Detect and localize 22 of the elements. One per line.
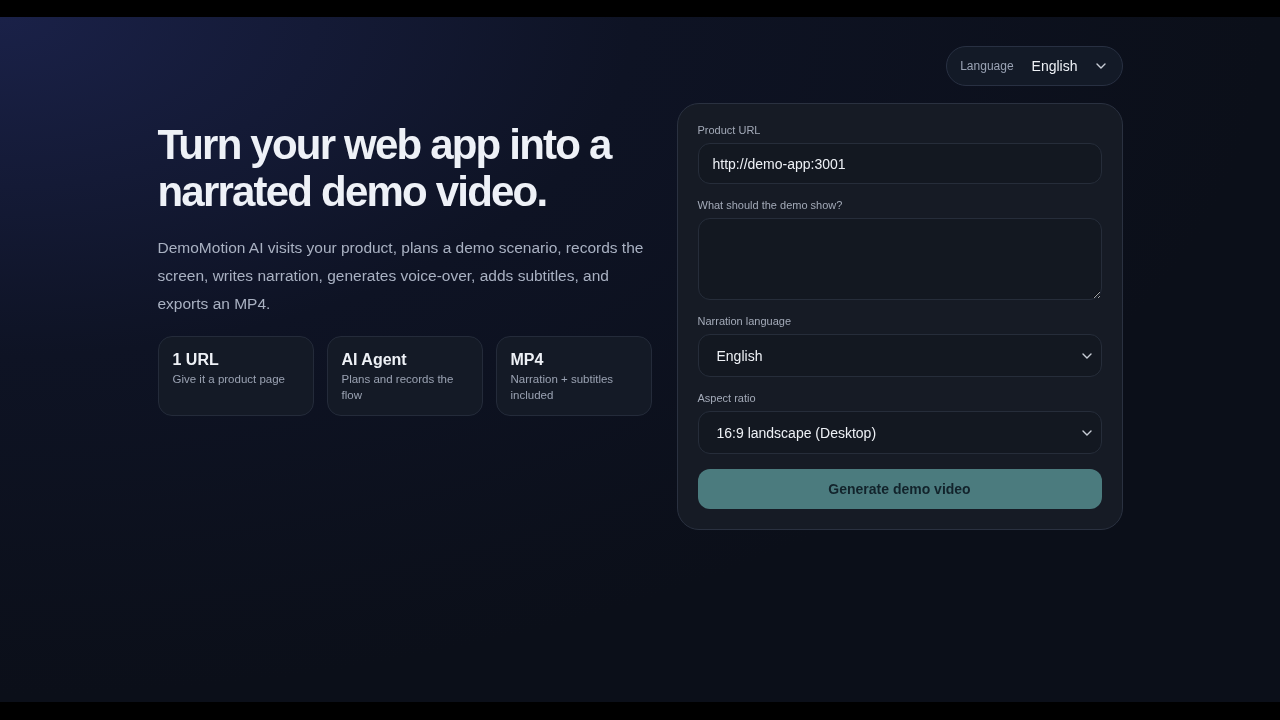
feature-title: AI Agent: [341, 351, 408, 369]
hero-description: DemoMotion AI visits your product, plans a demo scenario, records the screen, writes narration, generates voice-over, adds subtitles, and exports an MP4.: [157, 238, 645, 314]
chevron-down-icon: [1081, 352, 1092, 359]
feature-title: 1 URL: [172, 351, 220, 369]
feature-text: Plans and records the flow: [341, 372, 455, 403]
feature-title: MP4: [510, 351, 545, 369]
demo-description-field[interactable]: [697, 218, 1102, 300]
field-label: Narration language: [697, 315, 792, 327]
select-field[interactable]: English: [697, 334, 1102, 377]
field-label: Aspect ratio: [697, 392, 756, 404]
chevron-down-icon: [1095, 63, 1106, 69]
hero-title: Turn your web app into a narrated demo video.: [157, 121, 613, 215]
field-label: Product URL: [697, 124, 761, 136]
feature-text: Narration + subtitles included: [510, 372, 615, 403]
chevron-down-icon: [1081, 429, 1092, 436]
url-input-field[interactable]: http://demo-app:3001: [697, 143, 1102, 184]
language-label: Language: [960, 59, 1014, 73]
language-value: English: [1031, 58, 1078, 74]
field-label: What should the demo show?: [697, 199, 843, 211]
language-dropdown[interactable]: Language English: [946, 46, 1123, 86]
feature-text: Give it a product page: [172, 372, 286, 387]
select-field[interactable]: 16:9 landscape (Desktop): [697, 411, 1102, 454]
